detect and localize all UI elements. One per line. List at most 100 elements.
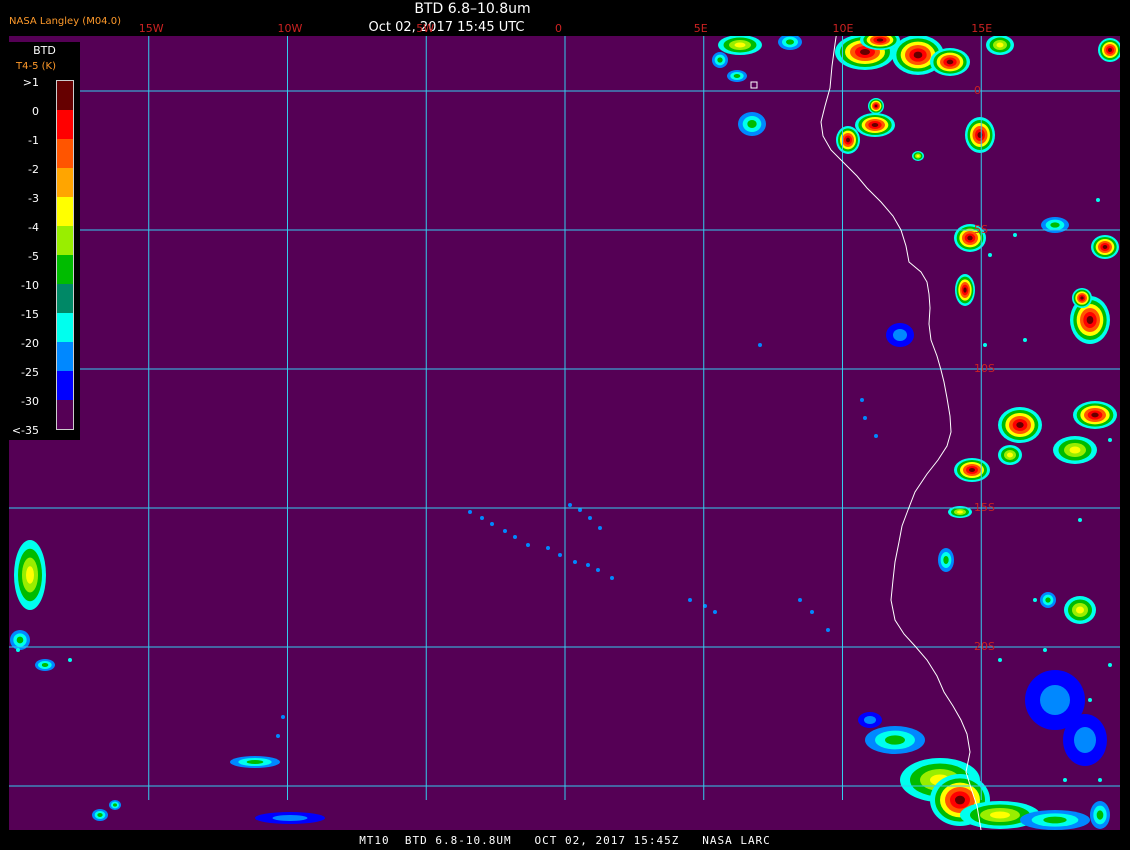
legend-swatch [57,400,73,429]
cloud-speck [1108,663,1112,667]
legend-label: >1 [22,76,39,89]
cloud-cell [1040,685,1070,715]
cloud-cell [272,815,308,821]
cloud-speck [863,416,867,420]
cloud-speck [596,568,600,572]
cloud-cell [786,39,794,45]
legend-label: -1 [28,134,39,147]
legend-label: -10 [21,279,39,292]
cloud-speck [546,546,550,550]
legend-title: BTD [33,44,56,57]
legend-label: -15 [21,308,39,321]
legend-subtitle: T4-5 (K) [16,61,56,72]
cloud-speck [798,598,802,602]
cloud-cell [1016,422,1024,428]
cloud-cell [1069,446,1081,454]
cloud-cell [113,803,117,807]
cloud-cell [860,49,870,55]
cloud-speck [860,398,864,402]
cloud-cell [734,42,746,48]
cloud-speck [810,610,814,614]
cloud-speck [16,648,20,652]
latitude-label: 5S [974,223,988,236]
legend-color-bar [56,80,74,430]
longitude-label: 15W [138,22,164,35]
cloud-cell [1108,48,1112,52]
image-title: BTD 6.8–10.8um [414,1,531,17]
cloud-speck [983,343,987,347]
legend-label: 0 [32,105,39,118]
legend-swatch [57,168,73,197]
cloud-cell [747,120,757,128]
cloud-speck [1088,698,1092,702]
cloud-cell [97,813,103,817]
legend-swatch [57,110,73,139]
legend-swatch [57,255,73,284]
cloud-cell [885,735,905,745]
legend-swatch [57,197,73,226]
cloud-speck [688,598,692,602]
legend-label: -25 [21,366,39,379]
cloud-speck [998,658,1002,662]
graticule [9,36,1120,800]
legend-label: -4 [28,221,39,234]
cloud-cell [1076,606,1084,614]
header-bar: NASA Langley (M04.0) BTD 6.8–10.8um Oct … [0,0,1130,36]
cloud-speck [588,516,592,520]
legend-swatch [57,284,73,313]
legend-label: -20 [21,337,39,350]
cloud-speck [480,516,484,520]
latitude-label: 20S [974,640,995,653]
cloud-cell [990,811,1010,819]
cloud-cell [41,663,49,667]
latitude-label: 15S [974,501,995,514]
cloud-speck [573,560,577,564]
cloud-cell [846,137,850,143]
cloud-cell [963,287,967,293]
legend-label: <-35 [11,424,39,437]
legend-swatch [57,139,73,168]
cloud-cell [996,42,1004,48]
cloud-speck [281,715,285,719]
legend-swatch [57,342,73,371]
cloud-cell [957,510,963,514]
legend-label: -2 [28,163,39,176]
island-outline [750,81,758,89]
cloud-speck [1108,438,1112,442]
cloud-speck [503,529,507,533]
cloud-cell [717,57,723,63]
cloud-speck [988,253,992,257]
cloud-cell [874,104,878,108]
cloud-speck [598,526,602,530]
legend-label: -5 [28,250,39,263]
latitude-label: 0 [974,84,981,97]
cloud-speck [874,434,878,438]
legend-label: -3 [28,192,39,205]
cloud-speck [1023,338,1027,342]
cloud-cell [1086,316,1094,324]
longitude-label: 5W [416,22,435,35]
cloud-speck [513,535,517,539]
cloud-speck [1078,518,1082,522]
color-legend: BTD T4-5 (K) >1 0 -1 -2 -3 -4 -5 -10 -15 -20 -25 -3… [9,42,80,440]
cloud-speck [610,576,614,580]
cloud-speck [1098,778,1102,782]
longitude-label: 15E [971,22,993,35]
cloud-cell [733,74,741,78]
cloud-cell [1007,452,1013,458]
longitude-label: 0 [555,22,562,35]
cloud-cell [1080,296,1084,300]
satellite-map[interactable] [9,36,1120,830]
cloud-speck [1033,598,1037,602]
map-canvas [9,36,1120,830]
cloud-speck [578,508,582,512]
cloud-cell [864,716,876,724]
cloud-cell [1043,816,1067,824]
legend-swatch [57,81,73,110]
cloud-cell [1050,222,1060,228]
cloud-cell [871,123,879,127]
image-timestamp: Oct 02, 2017 15:45 UTC [368,20,525,35]
footer-bar: MT10 BTD 6.8-10.8UM OCT 02, 2017 15:45Z … [0,832,1130,850]
cloud-speck [558,553,562,557]
cloud-cell [26,566,34,584]
